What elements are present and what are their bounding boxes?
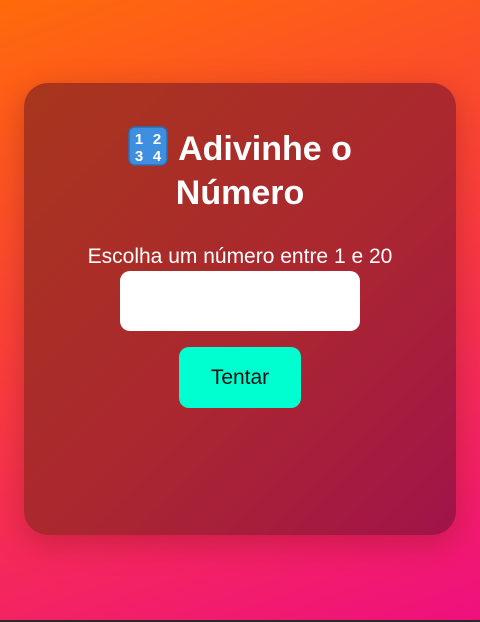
title-line-1: Adivinhe o xyxy=(178,130,352,168)
svg-text:2: 2 xyxy=(153,131,161,148)
instruction-label: Escolha um número entre 1 e 20 xyxy=(87,245,393,268)
input-numbers-icon: 1 2 3 4 xyxy=(128,126,168,166)
svg-text:1: 1 xyxy=(135,131,143,148)
title-line-2: Número xyxy=(175,174,305,212)
svg-text:3: 3 xyxy=(135,148,143,165)
page-title: 1 2 3 4 Adivinhe o Número xyxy=(24,126,456,215)
try-button[interactable]: Tentar xyxy=(179,347,301,408)
game-card: 1 2 3 4 Adivinhe o Número Escolha um núm… xyxy=(24,83,456,535)
guess-input[interactable] xyxy=(120,271,360,331)
svg-text:4: 4 xyxy=(153,148,162,165)
